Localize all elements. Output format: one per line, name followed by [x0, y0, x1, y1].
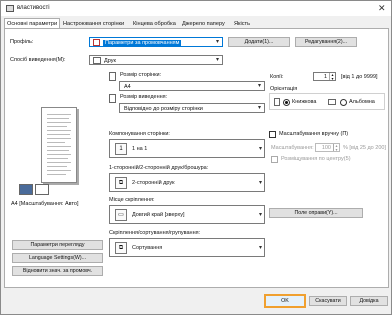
output-size-icon	[109, 94, 116, 103]
chevron-down-icon: ▾	[257, 83, 261, 89]
page-preview-image	[41, 107, 77, 183]
page-preview	[11, 89, 106, 199]
tab-finishing[interactable]: Кінцева обробка	[131, 20, 178, 28]
preview-caption: A4 [Масштабування: Авто]	[11, 201, 79, 207]
basic-settings-pane: Профіль: Параметри за промовчанням ▾ Дод…	[4, 28, 389, 288]
properties-window: властивості ✕ Основні параметри Настроюв…	[0, 0, 392, 315]
manual-scaling-label: Масштабування вручну (П)	[279, 131, 349, 137]
copies-label: Копії:	[270, 74, 284, 80]
help-button[interactable]: Довідка	[350, 296, 388, 306]
finishing-select[interactable]: ⧉ Сортування ▾	[109, 238, 265, 257]
collate-icon: ⧉	[115, 242, 127, 254]
chevron-down-icon: ▾	[258, 212, 262, 218]
settings-view-icon[interactable]	[35, 184, 49, 195]
layout-select[interactable]: 1 1 на 1 ▾	[109, 139, 265, 158]
duplex-select[interactable]: ⧉ 2-сторонній друк ▾	[109, 173, 265, 192]
chevron-down-icon: ▾	[258, 180, 262, 186]
output-size-label: Розмір виведення:	[120, 94, 168, 100]
binding-margin-button[interactable]: Поле оправи(Y)...	[269, 208, 363, 218]
printer-view-icon[interactable]	[19, 184, 33, 195]
scaling-range: % [від 25 до 200]	[343, 145, 386, 151]
stepper-arrows-icon[interactable]: ▴ ▾	[333, 144, 339, 151]
landscape-label: Альбомна	[349, 99, 375, 105]
printer-icon	[93, 57, 101, 64]
duplex-icon: ⧉	[115, 177, 127, 189]
language-settings-button[interactable]: Language Settings(W)...	[12, 253, 103, 263]
profile-edit-button[interactable]: Редагування(2)...	[295, 37, 357, 47]
cancel-button[interactable]: Скасувати	[309, 296, 347, 306]
orientation-label: Орієнтація	[270, 86, 298, 92]
portrait-radio[interactable]	[283, 99, 290, 106]
binding-label: Місце скріплення:	[109, 197, 155, 203]
chevron-down-icon: ▾	[258, 245, 262, 251]
page-size-icon	[109, 72, 116, 81]
portrait-label: Книжкова	[292, 99, 317, 105]
one-up-icon: 1	[115, 143, 127, 155]
page-size-select[interactable]: A4 ▾	[119, 81, 265, 91]
binding-select[interactable]: ▭ Довгий край [зверху] ▾	[109, 205, 265, 224]
printer-icon	[6, 5, 14, 12]
output-method-select[interactable]: Друк ▾	[89, 55, 223, 65]
center-placement-label: Розміщування по центру(5)	[281, 156, 351, 162]
finishing-label: Скріплення/сортування/групування:	[109, 230, 201, 236]
manual-scaling-checkbox[interactable]	[269, 131, 276, 138]
profile-select[interactable]: Параметри за промовчанням ▾	[89, 37, 223, 47]
scaling-label: Масштабування:	[271, 145, 314, 151]
chevron-down-icon: ▾	[257, 105, 261, 111]
stepper-arrows-icon[interactable]: ▴ ▾	[329, 73, 335, 80]
profile-icon	[93, 39, 100, 46]
title-bar: властивості ✕	[1, 1, 391, 16]
tab-quality[interactable]: Якість	[232, 20, 252, 28]
profile-add-button[interactable]: Додати(1)...	[228, 37, 290, 47]
ok-label: OK	[281, 298, 289, 304]
profile-label: Профіль:	[10, 39, 34, 45]
close-icon[interactable]: ✕	[378, 3, 386, 14]
copies-range: [від 1 до 9999]	[341, 74, 378, 80]
restore-defaults-button[interactable]: Відновити знач. за промовч.	[12, 266, 103, 276]
portrait-icon	[274, 98, 280, 106]
center-placement-checkbox[interactable]	[271, 156, 278, 163]
output-method-label: Спосіб виведення(M):	[10, 57, 66, 63]
tab-page-setup[interactable]: Настроювання сторінки	[61, 20, 126, 28]
scaling-stepper[interactable]: 100 ▴ ▾	[315, 143, 340, 152]
layout-label: Компонування сторінки:	[109, 131, 170, 137]
copies-stepper[interactable]: 1 ▴ ▾	[313, 72, 336, 81]
output-size-select[interactable]: Відповідно до розміру сторінки ▾	[119, 103, 265, 113]
duplex-label: 1-сторонній/2-сторонній друк/брошура:	[109, 165, 209, 171]
chevron-down-icon: ▾	[258, 146, 262, 152]
chevron-down-icon: ▾	[215, 39, 219, 45]
view-settings-button[interactable]: Параметри перегляду	[12, 240, 103, 250]
orientation-group: Книжкова Альбомна	[269, 93, 385, 110]
page-size-label: Розмір сторінки:	[120, 72, 162, 78]
window-title: властивості	[17, 5, 50, 11]
tab-paper-source[interactable]: Джерело паперу	[180, 20, 227, 28]
chevron-down-icon: ▾	[215, 57, 219, 63]
landscape-icon	[328, 99, 336, 105]
landscape-radio[interactable]	[340, 99, 347, 106]
long-edge-icon: ▭	[115, 209, 127, 221]
ok-button[interactable]: OK	[264, 294, 306, 308]
